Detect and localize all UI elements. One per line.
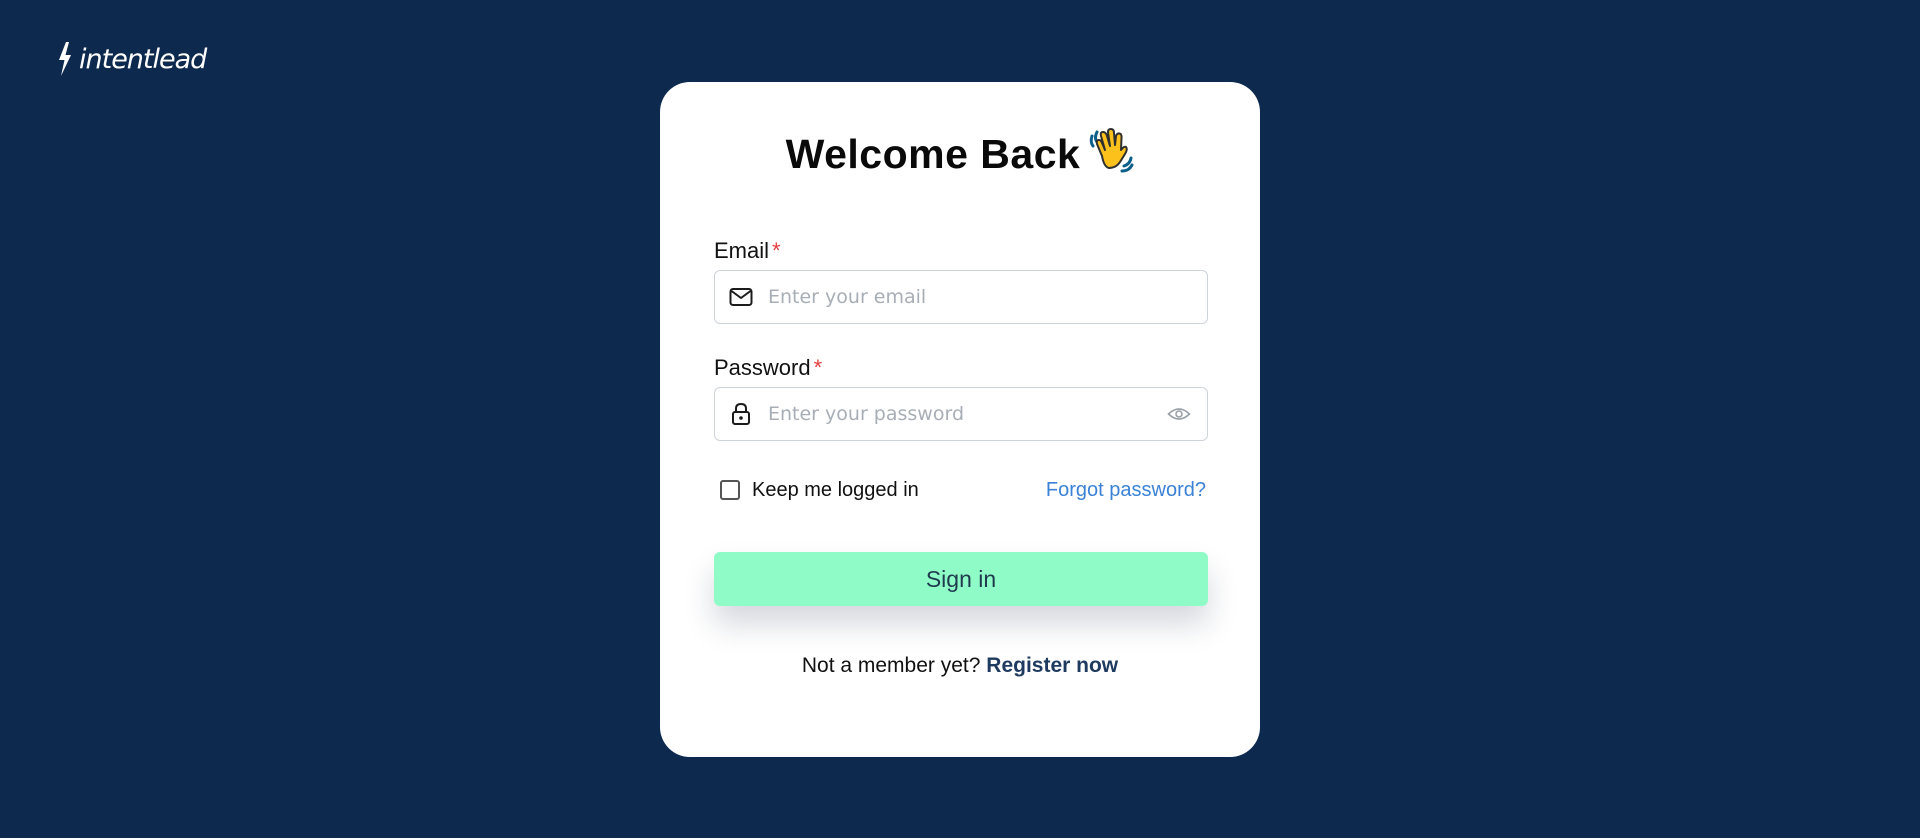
register-now-link[interactable]: Register now [986,654,1118,677]
brand-logo[interactable]: intentlead [57,42,207,76]
password-required-mark: * [813,355,823,380]
email-input[interactable] [766,285,1207,309]
register-prompt: Not a member yet? Register now [660,654,1260,678]
email-label: Email * [714,238,781,264]
password-label-text: Password [714,355,811,380]
keep-logged-in-option[interactable]: Keep me logged in [720,479,919,502]
register-prompt-text: Not a member yet? [801,654,981,677]
sign-in-button[interactable]: Sign in [714,552,1208,606]
email-field[interactable] [714,270,1208,324]
remember-row: Keep me logged in Forgot password? [720,475,1206,505]
waving-hand-icon [1088,126,1134,184]
login-card: Welcome Back Email* Password* [660,82,1260,757]
brand-name: intentlead [79,43,207,75]
eye-icon[interactable] [1166,401,1192,427]
page-title: Welcome Back [660,126,1260,184]
keep-logged-in-label[interactable]: Keep me logged in [752,479,919,502]
keep-logged-in-checkbox[interactable] [720,480,740,500]
password-label: Password * [714,355,822,381]
password-input[interactable] [766,402,1166,426]
mail-icon [728,284,754,310]
email-label-text: Email [714,238,770,263]
lock-icon [728,401,754,427]
email-required-mark: * [772,238,781,263]
password-field[interactable] [714,387,1208,441]
forgot-password-link[interactable]: Forgot password? [1046,479,1206,502]
lightning-bolt-icon [57,42,73,76]
title-text: Welcome Back [785,131,1081,177]
